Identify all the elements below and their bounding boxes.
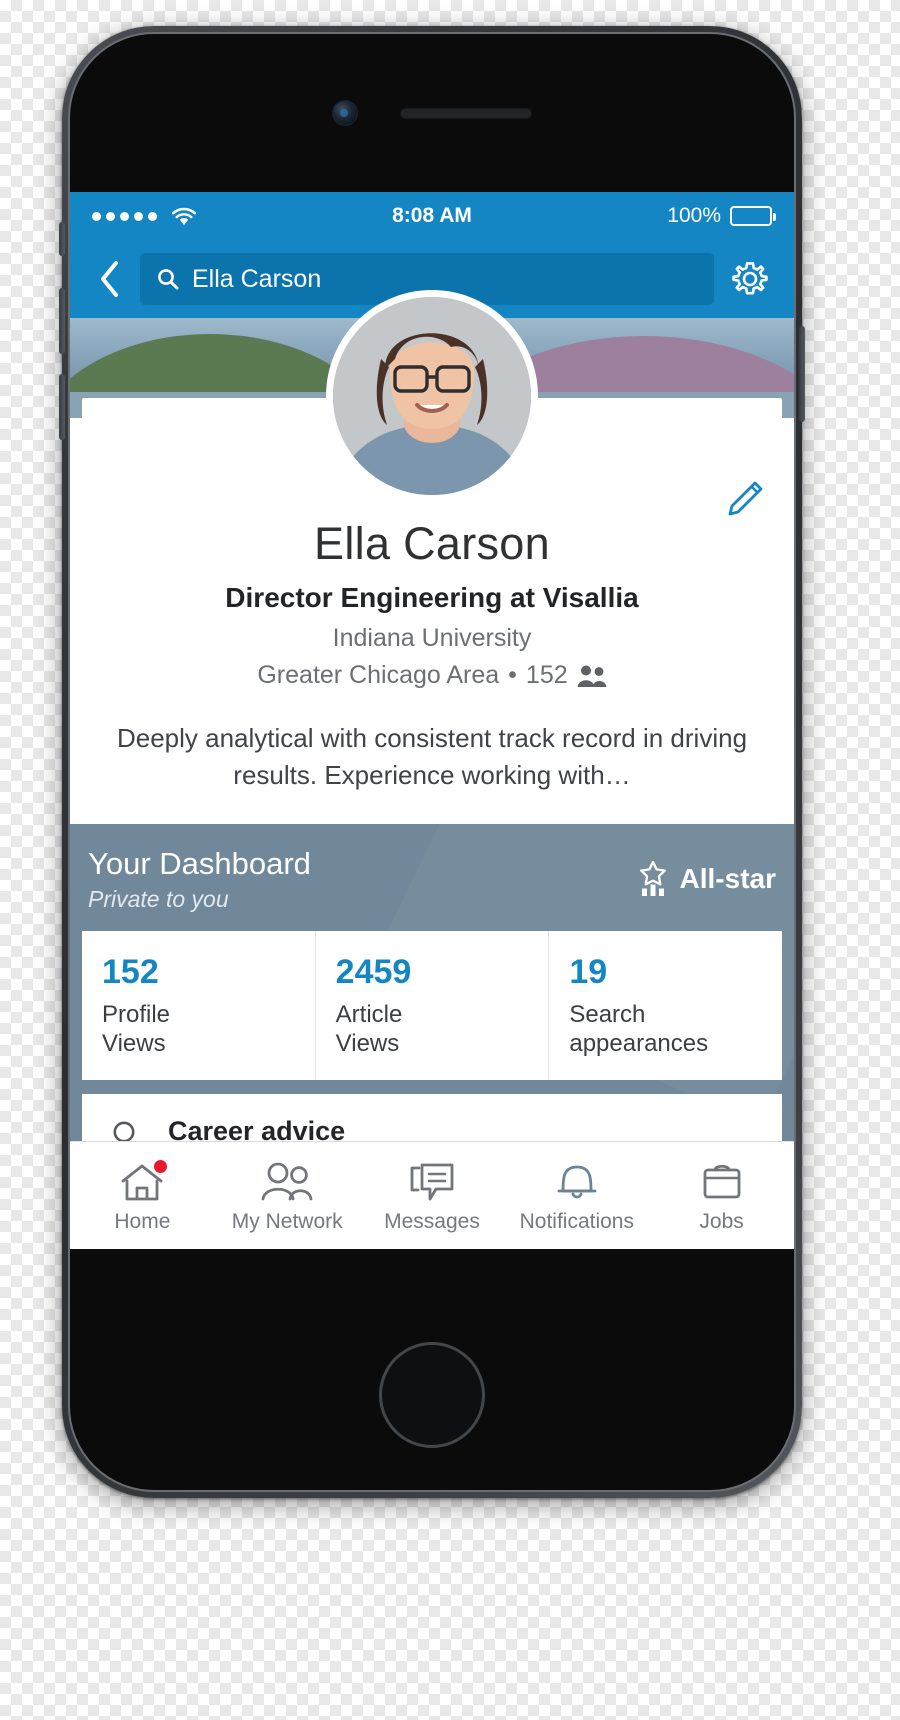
home-button[interactable] [379, 1342, 485, 1448]
messages-icon [408, 1157, 456, 1203]
stat-value: 19 [569, 952, 608, 991]
phone-device: 8:08 AM 100% Ella Carson Ella Carson Dir… [59, 26, 805, 1498]
volume-down-button[interactable] [59, 374, 65, 440]
dashboard-subtitle: Private to you [88, 885, 229, 912]
back-chevron-icon[interactable] [92, 260, 126, 298]
stat-label: Article Views [336, 1000, 549, 1059]
stat-label-line1: Article [335, 1000, 403, 1028]
power-button[interactable] [799, 326, 805, 422]
status-bar-right: 100% [667, 204, 776, 228]
stat-article-views[interactable]: 2459 Article Views [316, 930, 550, 1081]
stat-profile-views[interactable]: 152 Profile Views [82, 930, 316, 1081]
status-bar: 8:08 AM 100% [70, 192, 794, 240]
all-star-badge-label: All-star [679, 863, 776, 895]
stat-label: Search appearances [569, 1000, 782, 1059]
profile-photo [333, 297, 531, 495]
tab-label: My Network [231, 1210, 343, 1233]
app-screen: 8:08 AM 100% Ella Carson Ella Carson Dir… [70, 192, 794, 1249]
tab-home[interactable]: Home [70, 1157, 215, 1234]
battery-percent-label: 100% [667, 204, 721, 227]
tab-jobs[interactable]: Jobs [649, 1157, 794, 1234]
tab-notifications[interactable]: Notifications [504, 1157, 649, 1234]
stat-label-line1: Profile [102, 1000, 171, 1028]
dashboard-header: Your Dashboard Private to you All-star [82, 846, 782, 931]
all-star-badge-icon [639, 861, 666, 897]
phone-body: 8:08 AM 100% Ella Carson Ella Carson Dir… [68, 32, 796, 1492]
stat-label-line2: Views [335, 1030, 400, 1058]
separator-dot: • [508, 661, 517, 689]
home-notification-badge [152, 1158, 170, 1175]
profile-school: Indiana University [332, 624, 532, 652]
profile-card: Ella Carson Director Engineering at Visa… [82, 290, 782, 824]
stat-value: 152 [102, 952, 159, 991]
stat-label-line1: Search [569, 1000, 646, 1028]
bottom-tab-bar: Home My Network Messages Notifications J… [70, 1141, 794, 1249]
stat-label-line2: appearances [569, 1030, 709, 1058]
wifi-icon [171, 207, 197, 225]
tab-messages[interactable]: Messages [360, 1157, 505, 1234]
tab-label: Home [114, 1210, 171, 1233]
status-bar-left [92, 207, 197, 226]
tab-label: Messages [384, 1210, 480, 1233]
front-camera-icon [332, 100, 358, 126]
jobs-briefcase-icon [699, 1157, 745, 1203]
profile-headline: Director Engineering at Visallia [225, 582, 639, 613]
avatar[interactable] [326, 290, 538, 502]
earpiece-speaker [400, 107, 532, 119]
profile-summary[interactable]: Deeply analytical with consistent track … [108, 720, 756, 794]
dashboard-stats: 152 Profile Views 2459 Article Views 19 … [82, 930, 782, 1081]
stat-value: 2459 [335, 952, 412, 991]
tab-label: Jobs [699, 1210, 744, 1233]
notifications-bell-icon [555, 1157, 599, 1203]
my-network-icon [260, 1157, 314, 1203]
profile-section: Ella Carson Director Engineering at Visa… [70, 290, 794, 824]
connection-count[interactable]: 152 [526, 661, 568, 690]
home-icon [119, 1157, 170, 1203]
dashboard-title: Your Dashboard [88, 845, 311, 881]
battery-full-icon [730, 206, 776, 226]
device-sensor-area [70, 34, 794, 192]
stat-label-line2: Views [102, 1030, 166, 1058]
signal-strength-icon [92, 211, 157, 221]
search-icon [158, 269, 179, 290]
gear-icon[interactable] [728, 259, 772, 299]
tab-my-network[interactable]: My Network [215, 1157, 360, 1234]
edit-profile-button[interactable] [722, 478, 766, 527]
all-star-badge[interactable]: All-star [636, 861, 776, 897]
connections-people-icon [577, 665, 607, 687]
search-input-value: Ella Carson [192, 264, 322, 293]
stat-search-appearances[interactable]: 19 Search appearances [549, 931, 782, 1081]
profile-location: Greater Chicago Area [257, 661, 500, 689]
tab-label: Notifications [519, 1210, 634, 1233]
silent-switch[interactable] [59, 222, 65, 256]
profile-location-row: Greater Chicago Area • 152 [108, 661, 756, 690]
volume-up-button[interactable] [59, 288, 65, 354]
stat-label: Profile Views [102, 1000, 315, 1059]
